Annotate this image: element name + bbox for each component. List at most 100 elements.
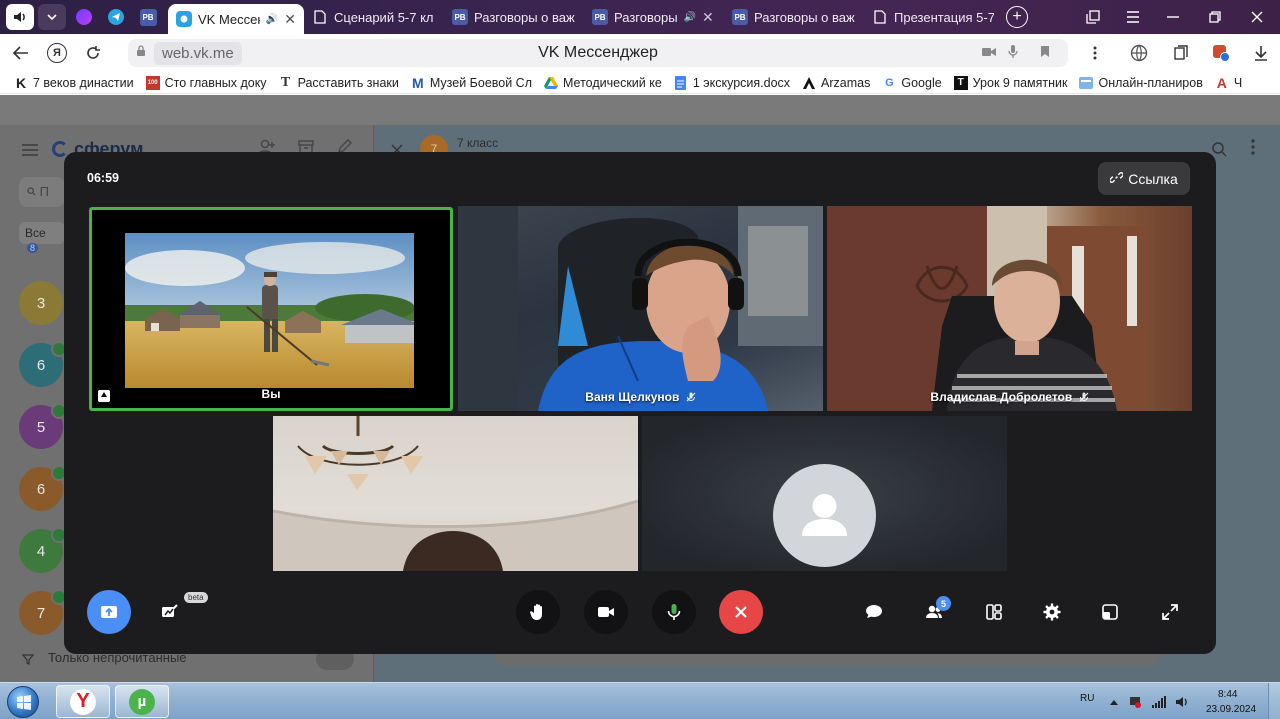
copy-link-button[interactable]: Ссылка [1098,162,1190,195]
bookmarks-bar: K 7 веков династии 100 Сто главных доку … [0,72,1280,94]
rv-pinned-tab-icon[interactable]: РВ [134,4,162,30]
tab-vk-messenger[interactable]: VK Мессендж 🔊 ✕ [168,4,304,34]
video-camera-icon [598,607,614,617]
show-desktop-button[interactable] [1268,683,1280,719]
bookmark-item[interactable]: A Ч [1209,74,1248,91]
participant-tile-4[interactable] [273,416,638,571]
mic-off-icon [686,392,696,404]
chat-bubble-icon [866,605,882,618]
hamburger-icon[interactable] [22,143,38,161]
mic-permission-icon[interactable] [1008,45,1018,62]
back-arrow-icon[interactable] [6,38,36,68]
telegram-icon[interactable] [102,4,130,30]
camera-permission-icon[interactable] [982,45,996,60]
tab-presentation[interactable]: Презентация 5-7 [864,3,1002,31]
chat-avatar[interactable]: 6 [19,465,67,511]
bookmark-item[interactable]: Методический ке [538,76,668,90]
tab-razgovory-3[interactable]: РВ Разговоры о важ [724,3,864,31]
tab-scenario[interactable]: Сценарий 5-7 кл [304,3,444,31]
alice-icon[interactable] [70,4,98,30]
mic-off-icon [1079,392,1089,404]
minimize-icon[interactable] [1154,0,1192,34]
bookmark-item[interactable]: K 7 веков династии [0,75,140,91]
bookmark-item[interactable]: G Google [876,76,947,90]
participants-button[interactable] [912,590,956,634]
yandex-browser-taskbar-button[interactable]: Y [56,685,110,718]
participant-tile-vanya[interactable]: Ваня Щелкунов [458,206,823,411]
minimize-call-button[interactable] [1088,590,1132,634]
new-tab-icon[interactable]: + [1006,6,1028,28]
grid-layout-icon [986,604,1002,620]
bookmark-item[interactable]: T Расставить знаки [273,74,405,90]
participant-video-frame [458,206,823,411]
clock-time[interactable]: 8:44 [1218,689,1237,700]
filter-all-tab[interactable]: Все 8 [19,222,65,253]
participant-video-frame [273,416,638,571]
settings-button[interactable] [1030,590,1074,634]
rv-favicon-icon: РВ [732,9,748,25]
participant-tile-self[interactable]: Вы [89,207,453,411]
gear-icon [1043,603,1061,621]
download-icon[interactable] [1246,38,1276,68]
restore-icon[interactable] [1196,0,1234,34]
document-favicon-icon [312,9,328,25]
bookmark-icon[interactable] [1040,45,1050,61]
bookmark-item[interactable]: M Музей Боевой Сл [405,75,538,91]
close-tab-icon[interactable]: ✕ [284,11,296,28]
language-indicator[interactable]: RU [1080,693,1094,704]
chat-avatar[interactable]: 7 [19,589,67,635]
extension-icon[interactable] [1206,38,1236,68]
participant-name: Вы [261,387,281,401]
page-title: VK Мессенджер [538,44,658,61]
clock-date[interactable]: 23.09.2024 [1206,704,1256,715]
participant-tile-5[interactable] [642,416,1007,571]
a-favicon-icon: A [1216,74,1227,91]
chat-button[interactable] [852,590,896,634]
start-button[interactable] [3,684,43,719]
translate-globe-icon[interactable] [1124,38,1154,68]
participants-count-badge: 5 [936,596,951,611]
volume-icon[interactable] [1175,695,1189,709]
t-favicon-icon: T [280,74,291,90]
tab-razgovory-2[interactable]: РВ Разговоры 🔊 ✕ [584,3,724,31]
bookmark-item[interactable]: Arzamas [796,76,876,90]
utorrent-taskbar-button[interactable]: µ [115,685,169,718]
participant-tile-vladislav[interactable]: Владислав Добролетов [827,206,1192,411]
camera-toggle-button[interactable] [584,590,628,634]
chat-avatar[interactable]: 6 [19,341,67,387]
reload-icon[interactable] [78,38,108,68]
bookmark-item[interactable]: T Урок 9 памятник [948,75,1074,90]
tabs-dropdown-icon[interactable] [38,4,66,30]
chat-avatar[interactable]: 5 [19,403,67,449]
chat-avatar[interactable]: 4 [19,527,67,573]
upload-icon [101,606,117,618]
collections-icon[interactable] [1166,38,1196,68]
more-vertical-icon[interactable] [1080,38,1110,68]
menu-icon[interactable] [1114,0,1152,34]
close-window-icon[interactable] [1238,0,1276,34]
microphone-toggle-button[interactable] [652,590,696,634]
yandex-home-icon[interactable]: Я [42,38,72,68]
windows-logo-icon [7,686,39,718]
bookmark-item[interactable]: 1 экскурсия.docx [668,75,796,90]
share-screen-button[interactable] [87,590,131,634]
omnibox[interactable]: web.vk.me VK Мессенджер [128,39,1068,67]
sferum-logo-icon [52,141,68,157]
chat-search-input[interactable]: П [19,177,65,207]
end-call-button[interactable] [719,590,763,634]
tabs-manager-icon[interactable] [1074,0,1112,34]
bookmark-item[interactable]: Онлайн-планиров [1073,76,1208,90]
network-alert-icon[interactable] [1128,695,1142,709]
show-hidden-icons-icon[interactable] [1107,695,1121,709]
user-icon [802,494,847,536]
layout-button[interactable] [972,590,1016,634]
raise-hand-button[interactable] [516,590,560,634]
tab-razgovory-1[interactable]: РВ Разговоры о важ [444,3,584,31]
speaker-icon[interactable] [6,4,34,30]
bookmark-item[interactable]: 100 Сто главных доку [140,75,273,90]
signal-strength-icon[interactable] [1152,695,1166,709]
close-tab-icon[interactable]: ✕ [702,9,714,26]
more-vertical-icon[interactable] [1251,139,1255,159]
fullscreen-button[interactable] [1148,590,1192,634]
chat-avatar[interactable]: 3 [19,281,63,325]
